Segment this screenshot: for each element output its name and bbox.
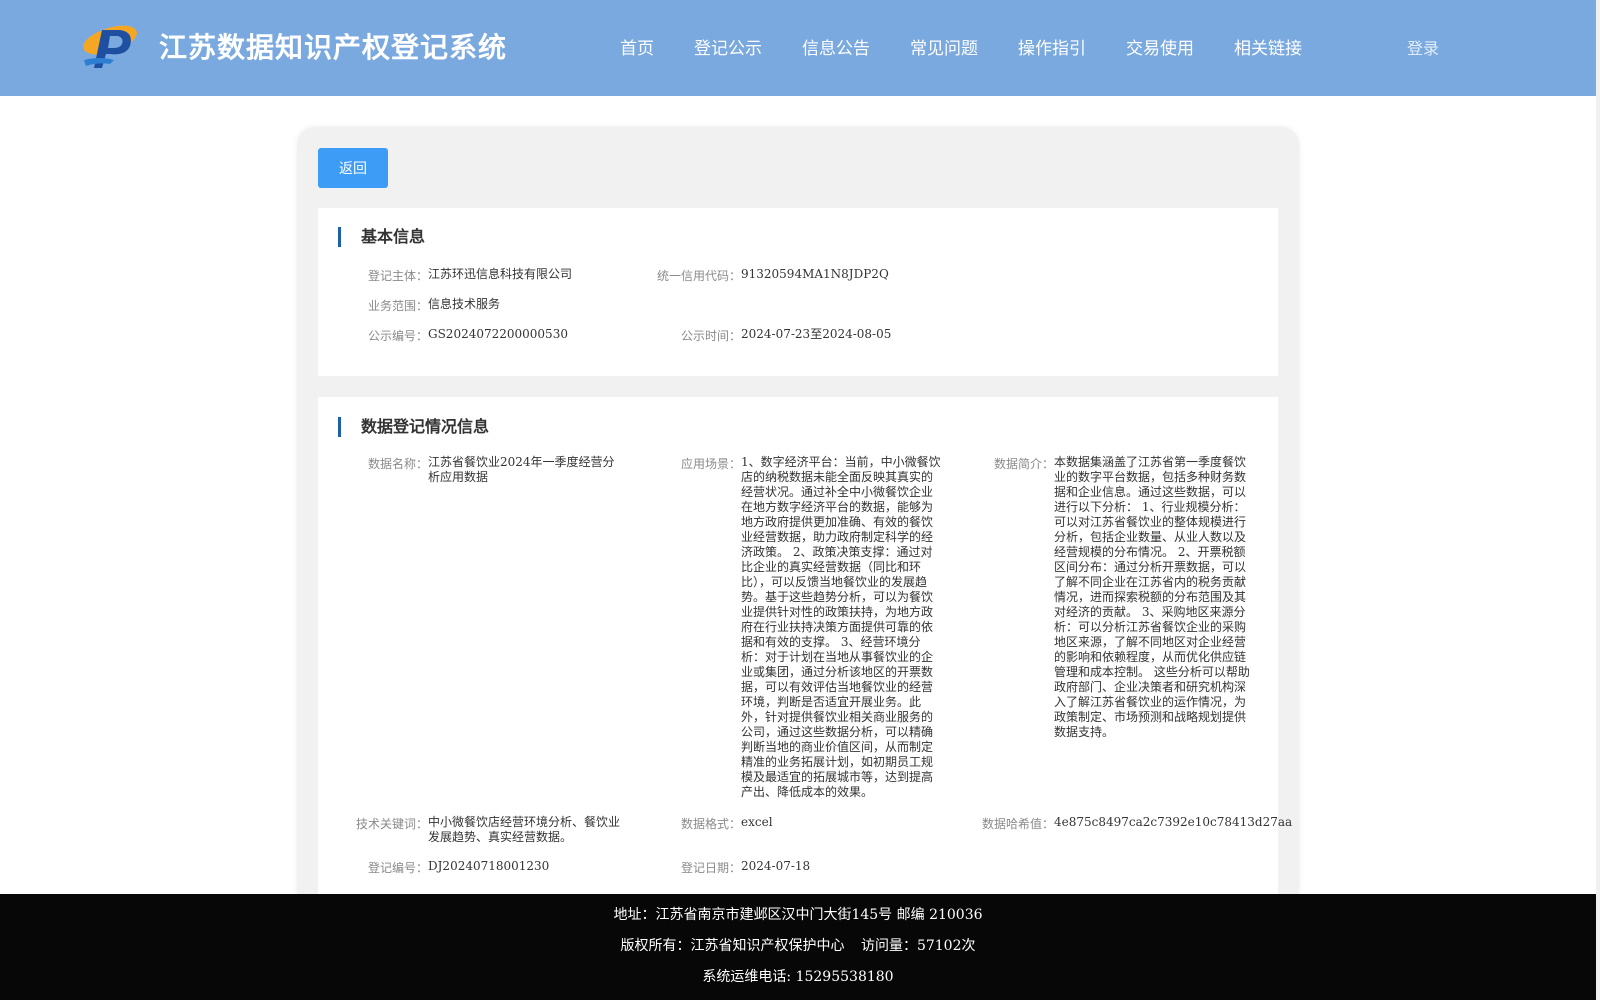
site-title: 江苏数据知识产权登记系统 <box>159 31 508 64</box>
main-nav: 首页 登记公示 信息公告 常见问题 操作指引 交易使用 相关链接 <box>620 34 1342 59</box>
footer-address: 地址：江苏省南京市建邺区汉中门大街145号 邮编 210036 <box>613 907 983 923</box>
application-scene-label: 应用场景： <box>680 457 741 471</box>
nav-item-announcements[interactable]: 信息公告 <box>802 34 870 59</box>
data-intro-label: 数据简介： <box>993 457 1054 471</box>
footer-copyright: 版权所有：江苏省知识产权保护中心 <box>620 938 845 954</box>
nav-item-registration-publicity[interactable]: 登记公示 <box>694 34 762 59</box>
data-intro-value: 本数据集涵盖了江苏省第一季度餐饮业的数字平台数据，包括多种财务数据和企业信息。通… <box>1054 455 1250 739</box>
subject-value: 江苏环迅信息科技有限公司 <box>428 267 573 281</box>
data-hash-value: 4e875c8497ca2c7392e10c78413d27aa <box>1054 815 1293 829</box>
nav-item-faq[interactable]: 常见问题 <box>910 34 978 59</box>
tech-keywords-value: 中小微餐饮店经营环境分析、餐饮业发展趋势、真实经营数据。 <box>428 815 621 844</box>
basic-info-panel: 基本信息 登记主体： 江苏环迅信息科技有限公司 统一信用代码： 91320594… <box>318 208 1278 376</box>
scope-label: 业务范围： <box>367 299 428 313</box>
nav-item-links[interactable]: 相关链接 <box>1234 34 1302 59</box>
footer-phone: 系统运维电话: 15295538180 <box>702 969 894 985</box>
data-format-label: 数据格式： <box>680 817 741 831</box>
page-scrollbar[interactable] <box>1596 0 1600 1000</box>
publicity-time-label: 公示时间： <box>680 329 741 343</box>
nav-item-home[interactable]: 首页 <box>620 34 654 59</box>
registration-date-label: 登记日期： <box>680 861 741 875</box>
registration-date-value: 2024-07-18 <box>741 859 811 873</box>
scope-value: 信息技术服务 <box>428 297 501 311</box>
registration-number-label: 登记编号： <box>367 861 428 875</box>
data-name-value: 江苏省餐饮业2024年一季度经营分析应用数据 <box>428 455 615 484</box>
site-footer: 地址：江苏省南京市建邺区汉中门大街145号 邮编 210036 版权所有：江苏省… <box>0 894 1596 1000</box>
tech-keywords-label: 技术关键词： <box>355 817 428 831</box>
application-scene-value: 1、数字经济平台：当前，中小微餐饮店的纳税数据未能全面反映其真实的经营状况。通过… <box>741 455 941 799</box>
publicity-number-label: 公示编号： <box>367 329 428 343</box>
data-registration-title: 数据登记情况信息 <box>338 417 489 437</box>
footer-info-line: 版权所有：江苏省知识产权保护中心 访问量：57102次 <box>0 935 1596 955</box>
subject-label: 登记主体： <box>367 269 428 283</box>
data-name-label: 数据名称： <box>367 457 428 471</box>
credit-code-value: 91320594MA1N8JDP2Q <box>741 267 889 281</box>
publicity-time-value: 2024-07-23至2024-08-05 <box>741 327 892 341</box>
registration-number-value: DJ20240718001230 <box>428 859 550 873</box>
data-registration-panel: 数据登记情况信息 数据名称： 江苏省餐饮业2024年一季度经营分析应用数据 应用… <box>318 397 1292 917</box>
login-link[interactable]: 登录 <box>1407 35 1439 59</box>
site-logo-icon[interactable] <box>80 20 140 72</box>
nav-item-guide[interactable]: 操作指引 <box>1018 34 1086 59</box>
basic-info-title: 基本信息 <box>338 227 425 247</box>
footer-visits: 访问量：57102次 <box>860 938 976 954</box>
back-button[interactable]: 返回 <box>318 148 388 188</box>
data-format-value: excel <box>741 815 773 829</box>
data-hash-label: 数据哈希值： <box>981 817 1054 831</box>
credit-code-label: 统一信用代码： <box>656 269 741 283</box>
publicity-number-value: GS2024072200000530 <box>428 327 568 341</box>
site-header: 江苏数据知识产权登记系统 首页 登记公示 信息公告 常见问题 操作指引 交易使用… <box>0 0 1596 96</box>
nav-item-trading[interactable]: 交易使用 <box>1126 34 1194 59</box>
